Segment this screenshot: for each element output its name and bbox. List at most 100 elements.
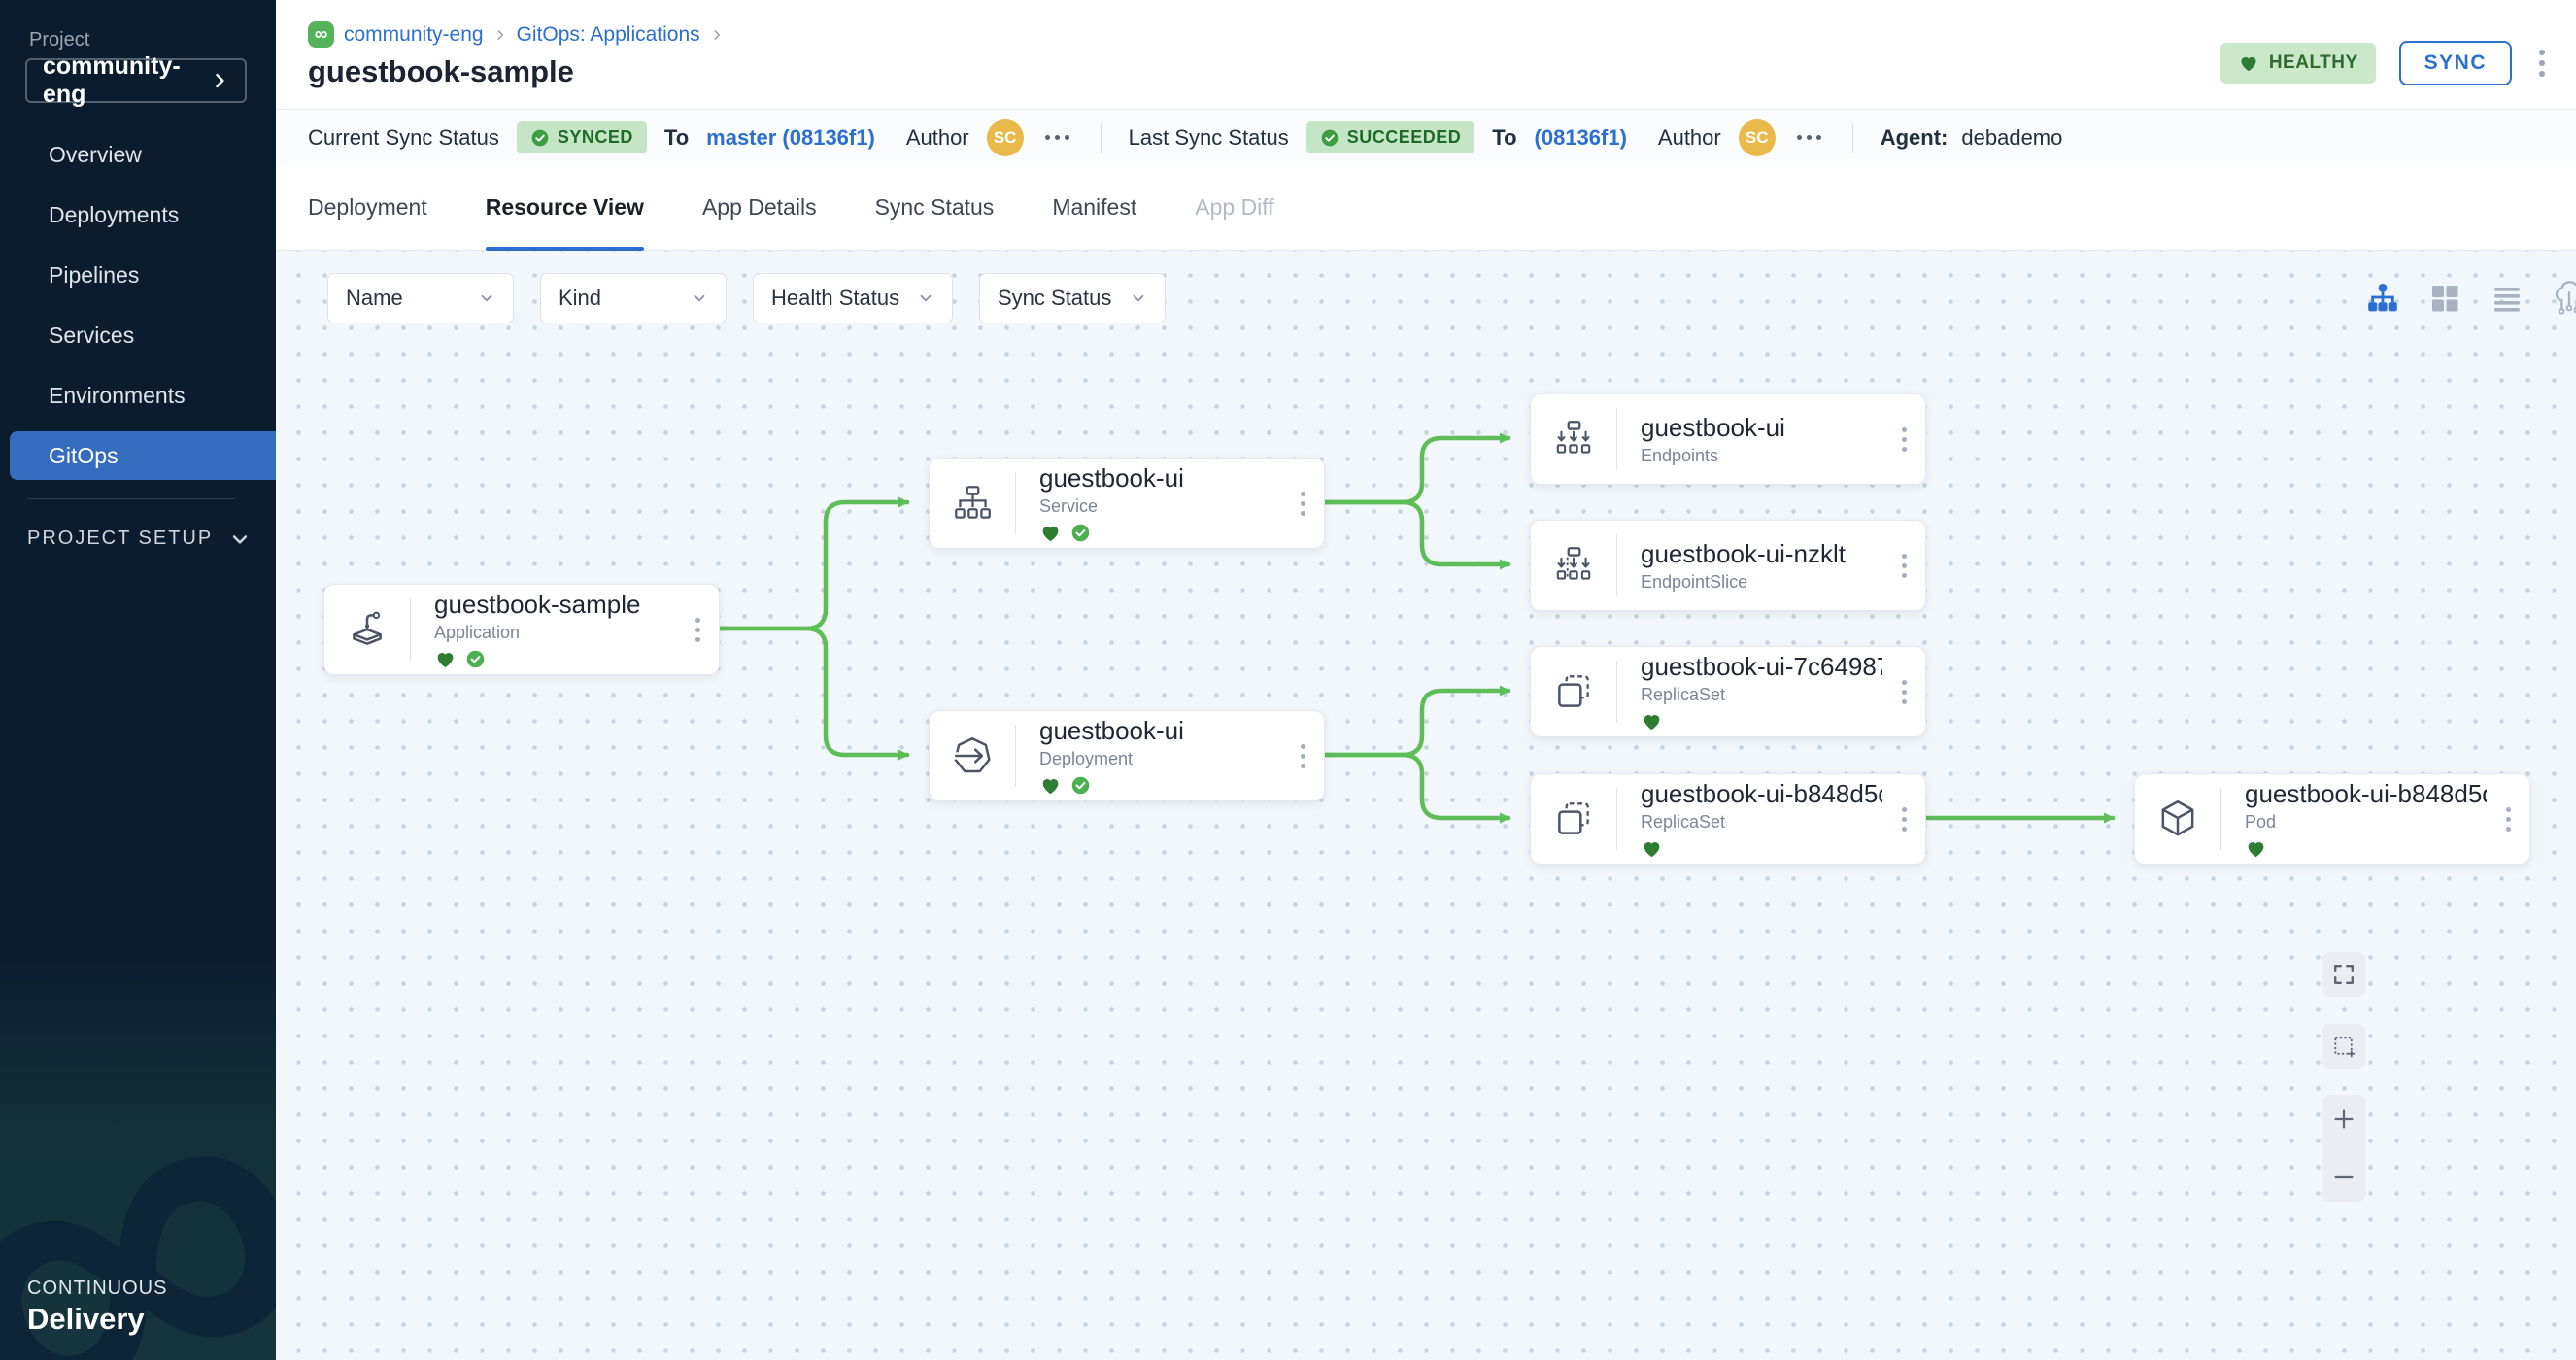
app-menu-button[interactable] — [2535, 46, 2549, 81]
tab-app-details[interactable]: App Details — [702, 165, 817, 250]
sidebar-item-pipelines[interactable]: Pipelines — [0, 245, 276, 305]
synced-check-icon — [465, 649, 486, 669]
zoom-in-button[interactable] — [2322, 1106, 2366, 1132]
pod-icon — [2135, 774, 2220, 864]
service-icon — [930, 459, 1015, 548]
sidebar: ∞ Project community-eng Overview Deploym… — [0, 0, 276, 1360]
brand-line-1: CONTINUOUS — [27, 1277, 167, 1300]
node-menu-button[interactable] — [1882, 647, 1925, 736]
health-status-badge: HEALTHY — [2220, 43, 2376, 84]
zoom-out-button[interactable] — [2322, 1165, 2366, 1190]
canvas-controls — [2322, 952, 2366, 1202]
succeeded-badge: SUCCEEDED — [1306, 121, 1475, 153]
healthy-heart-icon — [434, 648, 457, 670]
sidebar-nav: Overview Deployments Pipelines Services … — [0, 124, 276, 486]
last-sync-label: Last Sync Status — [1129, 125, 1289, 151]
node-kind: Deployment — [1039, 749, 1281, 769]
node-menu-button[interactable] — [1882, 774, 1925, 864]
module-brand: CONTINUOUS Delivery — [27, 1277, 167, 1337]
node-endpoints-guestbook-ui[interactable]: guestbook-ui Endpoints — [1530, 393, 1926, 485]
replicaset-icon — [1531, 774, 1616, 864]
author-label: Author — [1658, 125, 1721, 151]
health-badge-label: HEALTHY — [2269, 52, 2358, 74]
node-application-guestbook-sample[interactable]: guestbook-sample Application — [323, 584, 720, 675]
node-title: guestbook-ui — [1039, 463, 1281, 493]
node-title: guestbook-ui-nzklt — [1641, 539, 1882, 569]
author-avatar: SC — [1739, 119, 1776, 156]
resource-graph-canvas[interactable]: Name Kind Health Status Sync Status — [276, 251, 2576, 1360]
sync-status-bar: Current Sync Status SYNCED To master (08… — [276, 109, 2576, 165]
node-menu-button[interactable] — [1882, 521, 1925, 610]
node-menu-button[interactable] — [676, 585, 719, 674]
sidebar-item-environments[interactable]: Environments — [0, 365, 276, 425]
tab-sync-status[interactable]: Sync Status — [875, 165, 995, 250]
node-menu-button[interactable] — [2487, 774, 2529, 864]
node-title: guestbook-ui-b848d5d9... — [2245, 779, 2487, 809]
check-circle-icon — [530, 128, 550, 148]
node-menu-button[interactable] — [1281, 459, 1324, 548]
page-title: guestbook-sample — [308, 54, 574, 89]
sidebar-item-services[interactable]: Services — [0, 305, 276, 365]
project-selector[interactable]: community-eng — [25, 58, 247, 103]
succeeded-badge-label: SUCCEEDED — [1347, 127, 1462, 148]
node-replicaset-guestbook-ui-7c64987dc9[interactable]: guestbook-ui-7c64987dc9 ReplicaSet — [1530, 646, 1926, 737]
node-menu-button[interactable] — [1281, 711, 1324, 800]
commit-more-button[interactable] — [1041, 131, 1073, 144]
endpoints-icon — [1531, 394, 1616, 484]
node-kind: ReplicaSet — [1641, 812, 1882, 833]
node-kind: Application — [434, 623, 676, 643]
healthy-heart-icon — [2245, 837, 2267, 860]
tab-bar: Deployment Resource View App Details Syn… — [276, 165, 2576, 251]
tab-deployment[interactable]: Deployment — [308, 165, 427, 250]
sidebar-item-deployments[interactable]: Deployments — [0, 185, 276, 245]
synced-badge-label: SYNCED — [558, 127, 633, 148]
to-label: To — [1492, 125, 1516, 151]
project-setup-toggle[interactable]: PROJECT SETUP — [27, 527, 250, 550]
breadcrumb-separator-icon — [493, 28, 507, 42]
node-kind: ReplicaSet — [1641, 685, 1882, 705]
sidebar-item-gitops[interactable]: GitOps — [10, 431, 276, 480]
node-deployment-guestbook-ui[interactable]: guestbook-ui Deployment — [929, 710, 1325, 801]
healthy-heart-icon — [1039, 522, 1062, 544]
tab-resource-view[interactable]: Resource View — [486, 165, 644, 250]
sidebar-item-overview[interactable]: Overview — [0, 124, 276, 185]
last-revision-link[interactable]: (08136f1) — [1535, 125, 1627, 151]
node-menu-button[interactable] — [1882, 394, 1925, 484]
node-title: guestbook-ui-b848d5d9d — [1641, 779, 1882, 809]
node-kind: Service — [1039, 496, 1281, 517]
gitops-logo-icon: ∞ — [308, 21, 334, 48]
node-title: guestbook-sample — [434, 590, 676, 620]
sync-button[interactable]: SYNC — [2399, 41, 2512, 85]
synced-check-icon — [1070, 523, 1091, 543]
node-pod-guestbook-ui-b848d5d9[interactable]: guestbook-ui-b848d5d9... Pod — [2134, 773, 2530, 865]
fit-selection-button[interactable] — [2322, 1024, 2366, 1069]
node-service-guestbook-ui[interactable]: guestbook-ui Service — [929, 458, 1325, 549]
node-replicaset-guestbook-ui-b848d5d9d[interactable]: guestbook-ui-b848d5d9d ReplicaSet — [1530, 773, 1926, 865]
healthy-heart-icon — [1039, 774, 1062, 797]
synced-check-icon — [1070, 775, 1091, 796]
author-label: Author — [906, 125, 969, 151]
chevron-right-icon — [210, 71, 229, 90]
zoom-control — [2322, 1095, 2366, 1202]
healthy-heart-icon — [1641, 837, 1663, 860]
node-title: guestbook-ui-7c64987dc9 — [1641, 652, 1882, 682]
chevron-down-icon — [230, 529, 250, 549]
synced-badge: SYNCED — [517, 121, 647, 153]
tab-manifest[interactable]: Manifest — [1052, 165, 1136, 250]
author-avatar: SC — [987, 119, 1024, 156]
breadcrumb-project-link[interactable]: community-eng — [344, 23, 484, 47]
page-header: ∞ community-eng GitOps: Applications gue… — [276, 0, 2576, 109]
node-kind: Pod — [2245, 812, 2487, 833]
healthy-heart-icon — [1641, 710, 1663, 732]
project-label: Project — [29, 29, 89, 51]
fullscreen-button[interactable] — [2322, 952, 2366, 997]
breadcrumb-applications-link[interactable]: GitOps: Applications — [517, 23, 700, 47]
node-endpointslice-guestbook-ui-nzklt[interactable]: guestbook-ui-nzklt EndpointSlice — [1530, 520, 1926, 611]
to-label: To — [664, 125, 689, 151]
breadcrumb-separator-icon — [710, 28, 724, 42]
commit-more-button[interactable] — [1793, 131, 1825, 144]
current-revision-link[interactable]: master (08136f1) — [706, 125, 875, 151]
node-kind: Endpoints — [1641, 446, 1882, 466]
project-setup-label: PROJECT SETUP — [27, 527, 213, 550]
agent-label: Agent: — [1881, 125, 1949, 151]
